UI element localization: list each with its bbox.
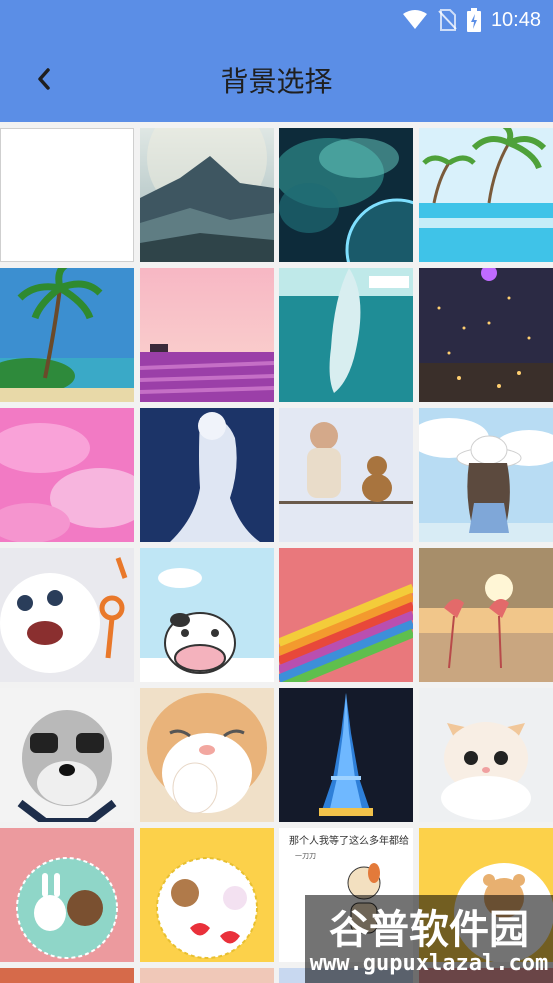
baby-teddy-image	[279, 408, 413, 542]
background-tile-white-rabbit[interactable]	[0, 548, 134, 682]
flamingo-sunset-image	[419, 548, 553, 682]
background-tile-whale[interactable]	[279, 268, 413, 402]
cat-closeup-image	[140, 688, 274, 822]
background-tile-flamingo[interactable]	[419, 548, 553, 682]
background-tile-girl-hat[interactable]	[419, 408, 553, 542]
background-tile-partial-2[interactable]	[140, 968, 274, 983]
background-tile-beach-pool[interactable]	[419, 128, 553, 262]
girl-hat-image	[419, 408, 553, 542]
background-tile-cartoon-cow[interactable]	[140, 548, 274, 682]
watermark: 谷普软件园 www.gupuxlazal.com	[305, 895, 553, 983]
background-tile-bear-bunny-yellow[interactable]	[140, 828, 274, 962]
whale-image	[279, 268, 413, 402]
background-tile-lavender[interactable]	[140, 268, 274, 402]
status-bar: 10:48	[402, 6, 541, 34]
mountains-image	[140, 128, 274, 262]
battery-charging-icon	[466, 8, 481, 32]
background-tile-nebula[interactable]	[279, 128, 413, 262]
background-tile-dog-glasses[interactable]	[0, 688, 134, 822]
background-tile-cat-closeup[interactable]	[140, 688, 274, 822]
bunny-bear-pink-image	[0, 828, 134, 962]
pink-clouds-image	[0, 408, 134, 542]
tile-caption: 那个人我等了这么多年都给	[289, 834, 409, 847]
app-bar: 10:48 背景选择	[0, 0, 553, 122]
background-tile-night-girl[interactable]	[140, 408, 274, 542]
beach-pool-image	[419, 128, 553, 262]
palm-beach-image	[0, 268, 134, 402]
rainbow-stripes-image	[279, 548, 413, 682]
background-tile-rainbow[interactable]	[279, 548, 413, 682]
watermark-main: 谷普软件园	[329, 907, 529, 953]
white-rabbit-image	[0, 548, 134, 682]
status-time: 10:48	[490, 8, 541, 31]
tile-subcaption: 一刀刀	[295, 852, 316, 860]
nebula-image	[279, 128, 413, 262]
background-tile-eiffel[interactable]	[279, 688, 413, 822]
background-tile-partial-1[interactable]	[0, 968, 134, 983]
wifi-icon	[402, 10, 427, 29]
background-tile-pink-clouds[interactable]	[0, 408, 134, 542]
cartoon-cow-image	[140, 548, 274, 682]
background-tile-blank[interactable]	[0, 128, 134, 262]
background-tile-mountains[interactable]	[140, 128, 274, 262]
night-girl-image	[140, 408, 274, 542]
background-tile-night-lights[interactable]	[419, 268, 553, 402]
lavender-field-image	[140, 268, 274, 402]
dog-glasses-image	[0, 688, 134, 822]
night-lights-image	[419, 268, 553, 402]
kitten-image	[419, 688, 553, 822]
page-title: 背景选择	[220, 65, 333, 98]
background-tile-bunny-bear-pink[interactable]	[0, 828, 134, 962]
bear-bunny-yellow-image	[140, 828, 274, 962]
eiffel-night-image	[279, 688, 413, 822]
background-tile-palm-beach[interactable]	[0, 268, 134, 402]
background-tile-baby-teddy[interactable]	[279, 408, 413, 542]
watermark-url: www.gupuxlazal.com	[309, 951, 549, 976]
no-sim-icon	[438, 9, 457, 31]
background-tile-kitten[interactable]	[419, 688, 553, 822]
